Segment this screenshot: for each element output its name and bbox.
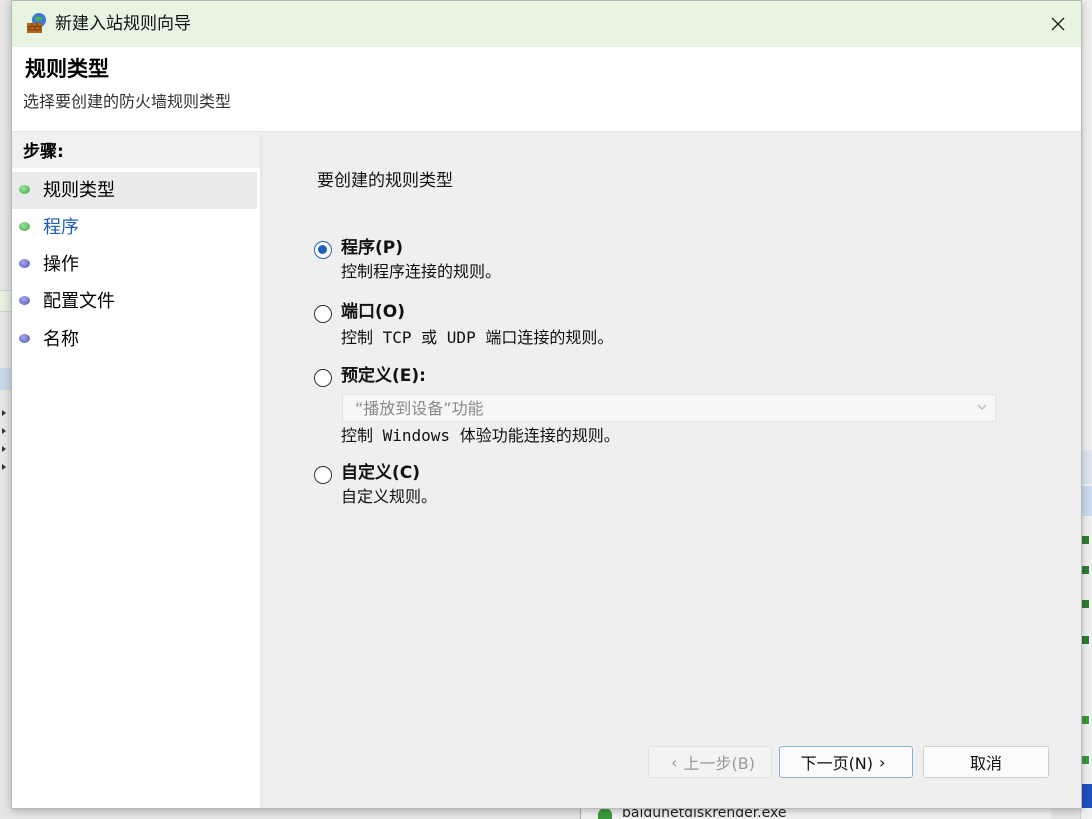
option-program-desc: 控制程序连接的规则。 — [341, 262, 502, 281]
background-expand-icon — [2, 410, 6, 416]
chevron-right-icon: › — [879, 752, 886, 772]
chevron-down-icon — [977, 404, 987, 410]
page-title: 规则类型 — [25, 57, 109, 81]
predefined-select[interactable]: “播放到设备”功能 — [342, 394, 996, 422]
option-custom-label[interactable]: 自定义(C) — [341, 461, 420, 485]
option-port-label[interactable]: 端口(O) — [341, 300, 405, 324]
background-expand-icon — [2, 446, 6, 452]
back-button[interactable]: ‹ 上一步(B) — [648, 746, 772, 778]
step-dot-icon — [19, 259, 30, 268]
back-button-label: 上一步(B) — [683, 754, 755, 773]
background-action-icon — [1081, 716, 1089, 724]
background-action-icon — [1081, 600, 1089, 608]
step-dot-icon — [19, 185, 30, 194]
radio-custom[interactable] — [314, 466, 332, 484]
background-expand-icon — [2, 428, 6, 434]
close-button[interactable] — [1035, 1, 1081, 47]
firewall-icon — [26, 12, 48, 34]
radio-port[interactable] — [314, 305, 332, 323]
step-label: 操作 — [43, 254, 79, 275]
option-program-label[interactable]: 程序(P) — [341, 236, 403, 260]
step-label: 程序 — [43, 217, 79, 238]
section-label: 要创建的规则类型 — [317, 171, 453, 191]
option-predefined-label[interactable]: 预定义(E): — [341, 364, 426, 388]
radio-predefined[interactable] — [314, 369, 332, 387]
wizard-body: 步骤: 规则类型 程序 操作 配置文件 名称 要创建的规则类型 程序(P) 控制… — [12, 132, 1081, 808]
title-bar: 新建入站规则向导 — [12, 1, 1081, 47]
close-icon — [1051, 17, 1065, 31]
steps-panel: 步骤: 规则类型 程序 操作 配置文件 名称 — [12, 135, 260, 808]
chevron-left-icon: ‹ — [671, 752, 678, 772]
background-action-icon — [1081, 566, 1089, 574]
new-inbound-rule-wizard: 新建入站规则向导 规则类型 选择要创建的防火墙规则类型 步骤: 规则类型 程序 — [11, 0, 1082, 809]
step-action[interactable]: 操作 — [12, 246, 257, 283]
step-label: 配置文件 — [43, 291, 115, 312]
step-dot-icon — [19, 296, 30, 305]
step-dot-icon — [19, 222, 30, 231]
option-port-desc: 控制 TCP 或 UDP 端口连接的规则。 — [341, 328, 614, 347]
step-rule-type[interactable]: 规则类型 — [12, 172, 257, 209]
page-subtitle: 选择要创建的防火墙规则类型 — [23, 92, 232, 111]
wizard-header: 规则类型 选择要创建的防火墙规则类型 — [12, 47, 1081, 132]
option-predefined-desc: 控制 Windows 体验功能连接的规则。 — [341, 426, 620, 445]
predefined-select-value: “播放到设备”功能 — [355, 399, 484, 418]
rule-type-content: 要创建的规则类型 程序(P) 控制程序连接的规则。 端口(O) 控制 TCP 或… — [263, 135, 1081, 808]
radio-program[interactable] — [314, 241, 332, 259]
next-button[interactable]: 下一页(N) › — [779, 746, 913, 778]
background-action-icon — [1081, 536, 1089, 544]
step-label: 规则类型 — [43, 180, 115, 201]
step-name[interactable]: 名称 — [12, 321, 257, 358]
steps-header: 步骤: — [12, 135, 260, 168]
cancel-button-label: 取消 — [969, 754, 1002, 773]
steps-header-label: 步骤: — [23, 142, 64, 162]
step-label: 名称 — [43, 329, 79, 350]
background-check-icon — [598, 808, 612, 819]
next-button-label: 下一页(N) — [800, 754, 874, 773]
step-profile[interactable]: 配置文件 — [12, 283, 257, 320]
background-action-icon — [1081, 756, 1089, 764]
step-program[interactable]: 程序 — [12, 209, 257, 246]
background-action-icon — [1081, 636, 1089, 644]
step-dot-icon — [19, 334, 30, 343]
option-custom-desc: 自定义规则。 — [341, 487, 438, 506]
window-title: 新建入站规则向导 — [55, 14, 191, 34]
cancel-button[interactable]: 取消 — [923, 746, 1049, 778]
background-expand-icon — [2, 464, 6, 470]
